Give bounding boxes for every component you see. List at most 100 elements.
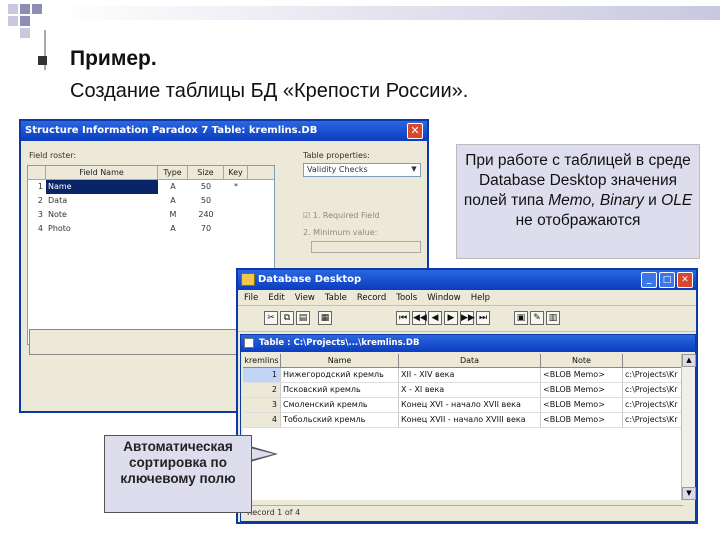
- menu-record[interactable]: Record: [357, 293, 386, 303]
- cell-note: <BLOB Memo>: [541, 383, 623, 397]
- bullet-icon: [38, 56, 47, 65]
- table-window-title-text: Table : C:\Projects\...\kremlins.DB: [259, 338, 420, 348]
- field-key: [224, 222, 248, 236]
- field-name: Data: [48, 196, 68, 205]
- col-key: Key: [224, 166, 248, 179]
- next-record-icon[interactable]: ▶: [444, 311, 458, 325]
- cell-photo: c:\Projects\Kr: [625, 400, 678, 409]
- scroll-down-icon[interactable]: ▼: [682, 487, 696, 500]
- field-name: Note: [48, 210, 67, 219]
- field-view-icon[interactable]: ▣: [514, 311, 528, 325]
- field-name: Photo: [48, 224, 71, 233]
- cut-icon[interactable]: ✂: [264, 311, 278, 325]
- slide-heading: Пример.: [70, 47, 157, 70]
- table-row[interactable]: 2 Псковский кремль X - XI века <BLOB Mem…: [243, 383, 683, 398]
- col-size: Size: [188, 166, 224, 179]
- col-field-name: Field Name: [46, 166, 158, 179]
- title-bar-decoration: [52, 6, 720, 20]
- menu-table[interactable]: Table: [325, 293, 347, 303]
- table-row[interactable]: 3 Смоленский кремль Конец XVI - начало X…: [243, 398, 683, 413]
- required-field-label: 1. Required Field: [312, 211, 380, 220]
- field-key: [224, 194, 248, 208]
- decor-square: [20, 4, 30, 14]
- col-note: Note: [541, 354, 623, 367]
- cell-photo: c:\Projects\Kr: [625, 370, 678, 379]
- required-field-checkbox[interactable]: ☑ 1. Required Field: [303, 211, 380, 220]
- cell-name: Смоленский кремль: [281, 398, 399, 412]
- minimum-value-input[interactable]: [311, 241, 421, 253]
- vertical-scrollbar[interactable]: ▲ ▼: [681, 354, 696, 500]
- menu-view[interactable]: View: [295, 293, 315, 303]
- copy-icon[interactable]: ⧉: [280, 311, 294, 325]
- cell-name: Нижегородский кремль: [281, 368, 399, 382]
- edit-data-icon[interactable]: ✎: [530, 311, 544, 325]
- decor-square: [8, 4, 18, 14]
- field-key: [224, 208, 248, 222]
- restructure-icon[interactable]: ▥: [546, 311, 560, 325]
- prev-record-icon[interactable]: ◀: [428, 311, 442, 325]
- field-name: Name: [46, 180, 158, 194]
- table-properties-value: Validity Checks: [307, 165, 368, 174]
- paste-icon[interactable]: ▤: [296, 311, 310, 325]
- menu-bar: File Edit View Table Record Tools Window…: [238, 290, 696, 306]
- col-data: Data: [399, 354, 541, 367]
- field-row[interactable]: 4 Photo A 70: [28, 222, 274, 236]
- callout-pointer-fill: [250, 448, 274, 460]
- scroll-up-icon[interactable]: ▲: [682, 354, 696, 367]
- table-properties-select[interactable]: Validity Checks ▼: [303, 163, 421, 177]
- menu-window[interactable]: Window: [427, 293, 461, 303]
- table-row[interactable]: 1 Нижегородский кремль XII - XIV века <B…: [243, 368, 683, 383]
- structure-window-title-text: Structure Information Paradox 7 Table: k…: [25, 125, 318, 136]
- close-icon[interactable]: ✕: [407, 123, 423, 139]
- cell-data: Конец XVI - начало XVII века: [399, 398, 541, 412]
- next-set-icon[interactable]: ▶▶: [460, 311, 475, 325]
- col-name: Name: [281, 354, 399, 367]
- cell-data: Конец XVII - начало XVIII века: [399, 413, 541, 427]
- prev-set-icon[interactable]: ◀◀: [412, 311, 427, 325]
- chevron-down-icon[interactable]: ▼: [409, 165, 419, 175]
- note-text-end: не отображаются: [515, 212, 641, 229]
- table-grid[interactable]: kremlins Name Data Note 1 Нижегородский …: [243, 354, 683, 500]
- field-type: A: [170, 224, 176, 233]
- first-record-icon[interactable]: ⏮: [396, 311, 410, 325]
- decor-square: [20, 28, 30, 38]
- menu-file[interactable]: File: [244, 293, 258, 303]
- note-box: При работе с таблицей в среде Database D…: [456, 144, 700, 259]
- close-icon[interactable]: ✕: [677, 272, 693, 288]
- structure-window-title: Structure Information Paradox 7 Table: k…: [21, 121, 427, 141]
- col-kremlins: kremlins: [243, 354, 281, 367]
- maximize-icon[interactable]: □: [659, 272, 675, 288]
- table-properties-label: Table properties:: [303, 151, 370, 160]
- note-conjunction: и: [643, 192, 662, 209]
- menu-tools[interactable]: Tools: [396, 293, 417, 303]
- minimize-icon[interactable]: _: [641, 272, 657, 288]
- status-bar: Record 1 of 4: [243, 505, 683, 519]
- table-header: kremlins Name Data Note: [243, 354, 683, 368]
- row-key: 1: [243, 368, 281, 382]
- desktop-window-title: Database Desktop _ □ ✕: [238, 270, 696, 290]
- field-roster-header: Field Name Type Size Key: [28, 166, 274, 180]
- cell-note: <BLOB Memo>: [541, 368, 623, 382]
- menu-help[interactable]: Help: [471, 293, 490, 303]
- field-size: 50: [200, 196, 212, 205]
- cell-data: X - XI века: [399, 383, 541, 397]
- field-roster-label: Field roster:: [29, 151, 77, 160]
- grid-icon[interactable]: ▦: [318, 311, 332, 325]
- cell-name: Тобольский кремль: [281, 413, 399, 427]
- note-emphasis: Memo, Binary: [548, 192, 644, 209]
- row-key: 2: [243, 383, 281, 397]
- menu-edit[interactable]: Edit: [268, 293, 284, 303]
- field-row[interactable]: 2 Data A 50: [28, 194, 274, 208]
- table-row[interactable]: 4 Тобольский кремль Конец XVII - начало …: [243, 413, 683, 428]
- last-record-icon[interactable]: ⏭: [476, 311, 490, 325]
- cell-photo: c:\Projects\Kr: [625, 415, 678, 424]
- table-window: Table : C:\Projects\...\kremlins.DB krem…: [240, 334, 696, 522]
- field-type: A: [170, 196, 176, 205]
- field-row[interactable]: 1 Name A 50 *: [28, 180, 274, 194]
- decor-square: [8, 16, 18, 26]
- field-row[interactable]: 3 Note M 240: [28, 208, 274, 222]
- row-key: 4: [243, 413, 281, 427]
- cell-note: <BLOB Memo>: [541, 398, 623, 412]
- toolbar: ✂ ⧉ ▤ ▦ ⏮ ◀◀ ◀ ▶ ▶▶ ⏭ ▣ ✎ ▥: [238, 306, 696, 332]
- window-controls: _ □ ✕: [641, 272, 693, 288]
